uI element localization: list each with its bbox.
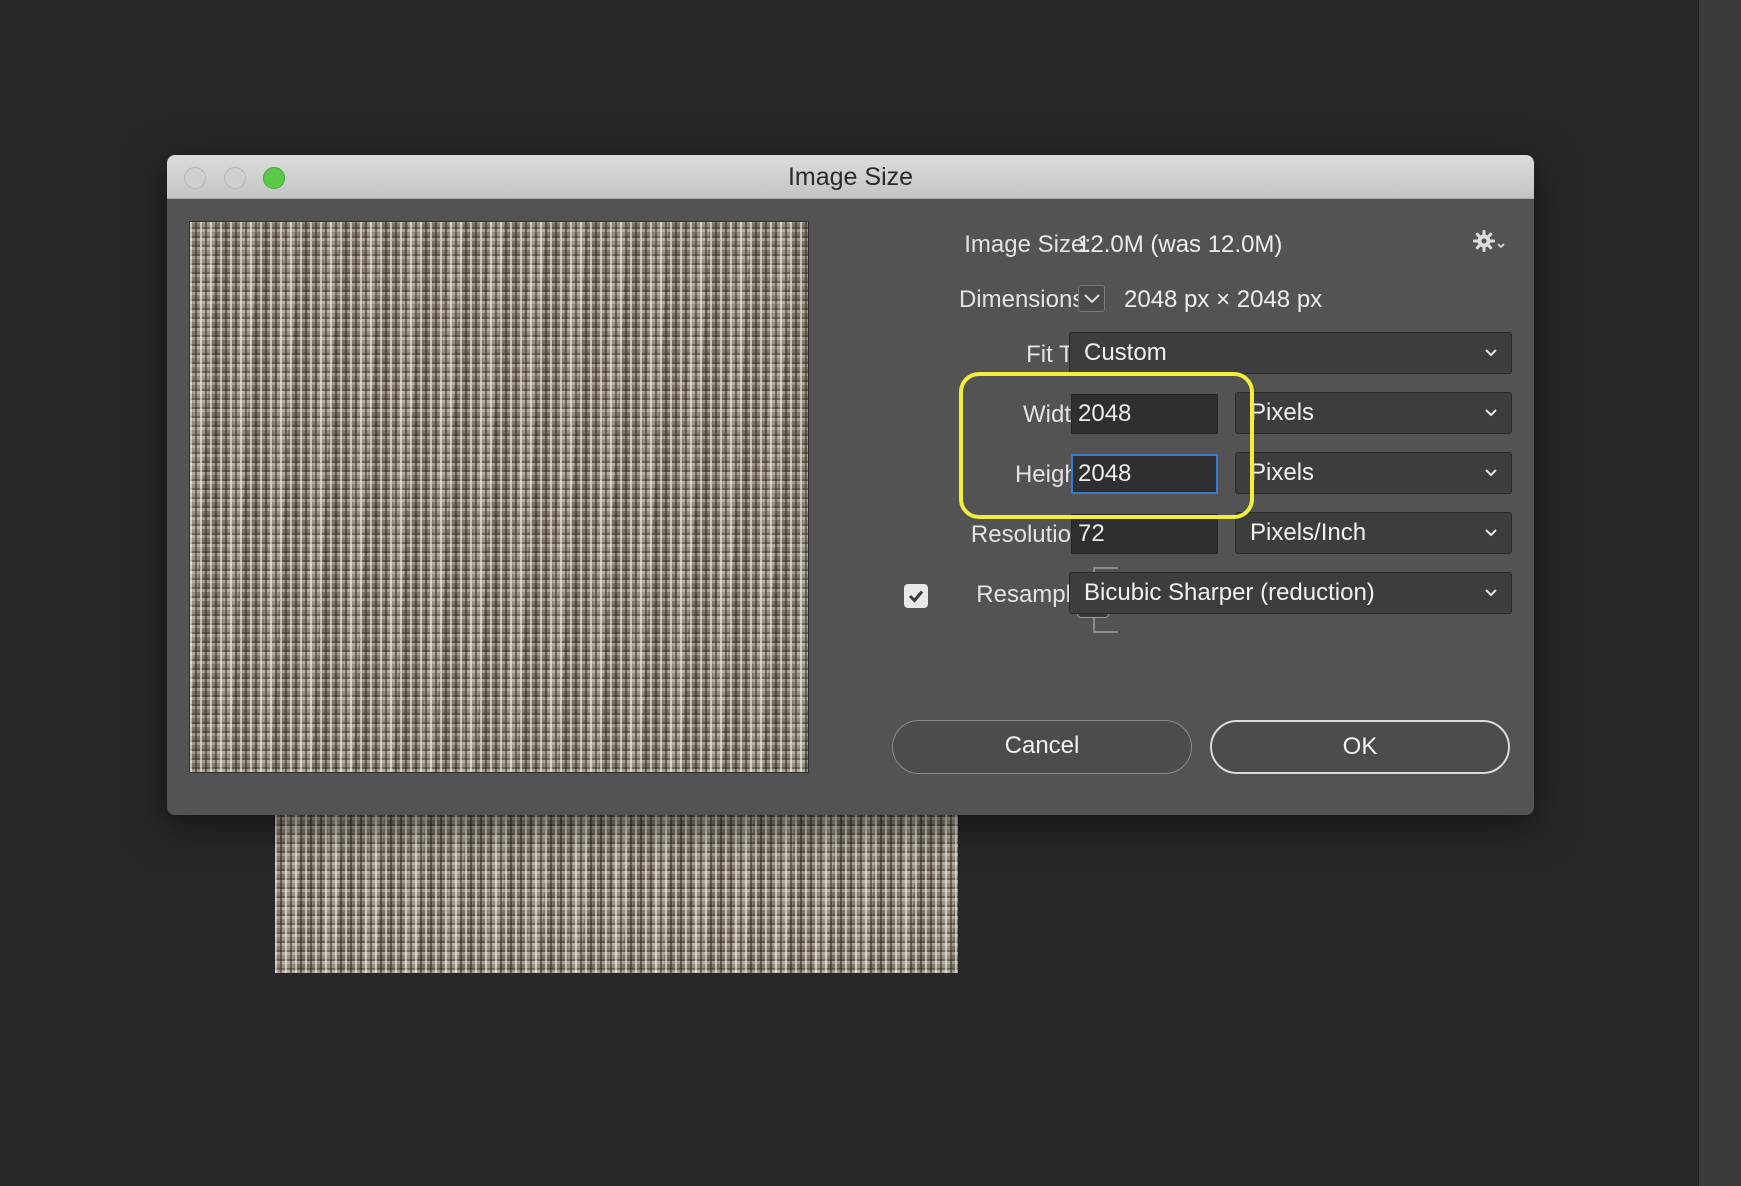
height-unit-value: Pixels xyxy=(1250,459,1315,486)
image-size-label: Image Size: xyxy=(964,231,1091,258)
image-preview[interactable] xyxy=(189,221,809,773)
resample-value: Bicubic Sharper (reduction) xyxy=(1084,579,1375,606)
resample-checkbox[interactable] xyxy=(904,584,928,608)
image-size-dialog: Image Size Image Size: 12.0M (was 12.0M)… xyxy=(167,155,1534,815)
cancel-button[interactable]: Cancel xyxy=(892,720,1192,774)
chevron-down-icon xyxy=(1485,409,1497,417)
resolution-unit-select[interactable]: Pixels/Inch xyxy=(1235,512,1512,554)
title-bar[interactable]: Image Size xyxy=(167,155,1534,199)
chevron-down-icon xyxy=(1485,469,1497,477)
resolution-unit-value: Pixels/Inch xyxy=(1250,519,1367,546)
resolution-input[interactable]: 72 xyxy=(1071,514,1218,554)
chevron-down-icon xyxy=(1485,589,1497,597)
chevron-down-icon xyxy=(1485,529,1497,537)
chevron-down-icon xyxy=(1485,349,1497,357)
width-input[interactable]: 2048 xyxy=(1071,394,1218,434)
height-unit-select[interactable]: Pixels xyxy=(1235,452,1512,494)
dimensions-label: Dimensions: xyxy=(958,286,1091,313)
image-size-value: 12.0M (was 12.0M) xyxy=(1077,231,1283,258)
dimensions-value: 2048 px × 2048 px xyxy=(1124,286,1323,313)
dialog-title: Image Size xyxy=(787,163,914,191)
width-unit-select[interactable]: Pixels xyxy=(1235,392,1512,434)
ok-button[interactable]: OK xyxy=(1210,720,1510,774)
checkmark-icon xyxy=(908,590,924,603)
resample-select[interactable]: Bicubic Sharper (reduction) xyxy=(1069,572,1512,614)
gear-icon[interactable] xyxy=(1473,229,1513,261)
workspace: Image Size Image Size: 12.0M (was 12.0M)… xyxy=(0,0,1741,1186)
fit-to-select[interactable]: Custom xyxy=(1069,332,1512,374)
height-input[interactable]: 2048 xyxy=(1071,454,1218,494)
document-canvas[interactable] xyxy=(275,815,958,973)
dimensions-toggle[interactable] xyxy=(1078,285,1105,312)
fit-to-value: Custom xyxy=(1084,339,1167,366)
width-unit-value: Pixels xyxy=(1250,399,1315,426)
side-panel xyxy=(1698,0,1741,1186)
chevron-down-icon xyxy=(1084,294,1100,304)
